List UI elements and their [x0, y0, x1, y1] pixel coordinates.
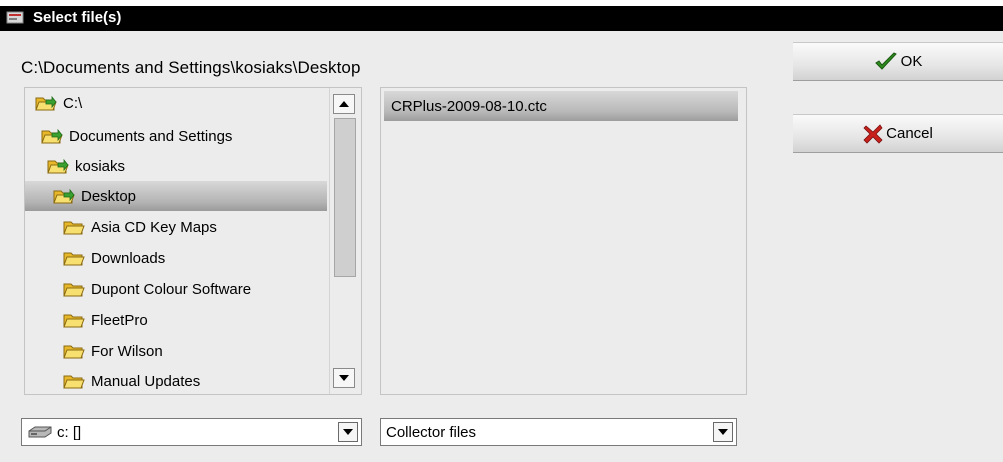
drive-icon	[28, 426, 52, 438]
tree-item-label: Desktop	[81, 187, 137, 205]
file-type-select[interactable]: Collector files	[380, 418, 737, 446]
scrollbar-thumb[interactable]	[334, 118, 356, 277]
tree-item-dupont-colour-software[interactable]: Dupont Colour Software	[63, 274, 251, 304]
current-path-label: C:\Documents and Settings\kosiaks\Deskto…	[21, 58, 361, 77]
tree-item-fleetpro[interactable]: FleetPro	[63, 305, 148, 335]
open-folder-icon	[35, 95, 57, 111]
folder-icon	[63, 252, 85, 266]
folder-icon	[63, 345, 85, 359]
tree-item-asia-cd-key-maps[interactable]: Asia CD Key Maps	[63, 212, 217, 242]
tree-item-documents-and-settings[interactable]: Documents and Settings	[41, 121, 232, 151]
folder-icon	[63, 314, 85, 328]
file-item-crplus[interactable]: CRPlus-2009-08-10.ctc	[384, 91, 738, 121]
chevron-down-icon	[718, 429, 728, 435]
app-icon	[6, 11, 24, 24]
scroll-up-button[interactable]	[333, 94, 355, 114]
window-title: Select file(s)	[33, 9, 122, 26]
folder-icon	[63, 283, 85, 297]
cancel-button[interactable]: Cancel	[793, 114, 1003, 153]
drive-select-value: c: []	[57, 423, 82, 441]
file-item-label: CRPlus-2009-08-10.ctc	[391, 97, 547, 115]
file-type-dropdown-button[interactable]	[713, 422, 733, 442]
file-list[interactable]: CRPlus-2009-08-10.ctc	[380, 87, 747, 395]
tree-item-downloads[interactable]: Downloads	[63, 243, 165, 273]
file-type-select-value-area: Collector files	[381, 424, 713, 441]
open-folder-icon	[41, 128, 63, 144]
tree-item-label: FleetPro	[91, 311, 148, 329]
tree-item-manual-updates[interactable]: Manual Updates	[63, 366, 201, 394]
tree-scrollbar[interactable]	[329, 88, 361, 394]
arrow-down-icon	[339, 375, 349, 381]
tree-item-label: Downloads	[91, 249, 166, 267]
red-x-icon	[863, 123, 883, 144]
tree-item-label: Manual Updates	[91, 372, 201, 390]
select-files-dialog: Select file(s) C:\Documents and Settings…	[0, 6, 1003, 462]
tree-item-kosiaks[interactable]: kosiaks	[47, 151, 125, 181]
drive-dropdown-button[interactable]	[338, 422, 358, 442]
cancel-button-label: Cancel	[886, 125, 933, 142]
title-bar: Select file(s)	[0, 6, 1003, 31]
folder-tree[interactable]: C:\ Documents and Settings kosiaks Deskt…	[24, 87, 362, 395]
drive-select-value-area: c: []	[22, 424, 338, 441]
folder-icon	[63, 375, 85, 389]
tree-item-label: For Wilson	[91, 342, 163, 360]
open-folder-icon	[53, 188, 75, 204]
file-type-select-value: Collector files	[386, 423, 477, 441]
chevron-down-icon	[343, 429, 353, 435]
tree-item-c-drive[interactable]: C:\	[35, 88, 82, 118]
tree-item-label: C:\	[63, 94, 83, 112]
drive-select[interactable]: c: []	[21, 418, 362, 446]
tree-item-label: Asia CD Key Maps	[91, 218, 217, 236]
folder-icon	[63, 221, 85, 235]
ok-button[interactable]: OK	[793, 42, 1003, 81]
open-folder-icon	[47, 158, 69, 174]
tree-item-label: Documents and Settings	[69, 127, 233, 145]
checkmark-icon	[874, 51, 897, 70]
arrow-up-icon	[339, 101, 349, 107]
tree-item-label: kosiaks	[75, 157, 126, 175]
tree-item-desktop[interactable]: Desktop	[25, 181, 327, 211]
ok-button-label: OK	[900, 53, 923, 70]
scroll-down-button[interactable]	[333, 368, 355, 388]
tree-item-for-wilson[interactable]: For Wilson	[63, 336, 163, 366]
tree-item-label: Dupont Colour Software	[91, 280, 252, 298]
